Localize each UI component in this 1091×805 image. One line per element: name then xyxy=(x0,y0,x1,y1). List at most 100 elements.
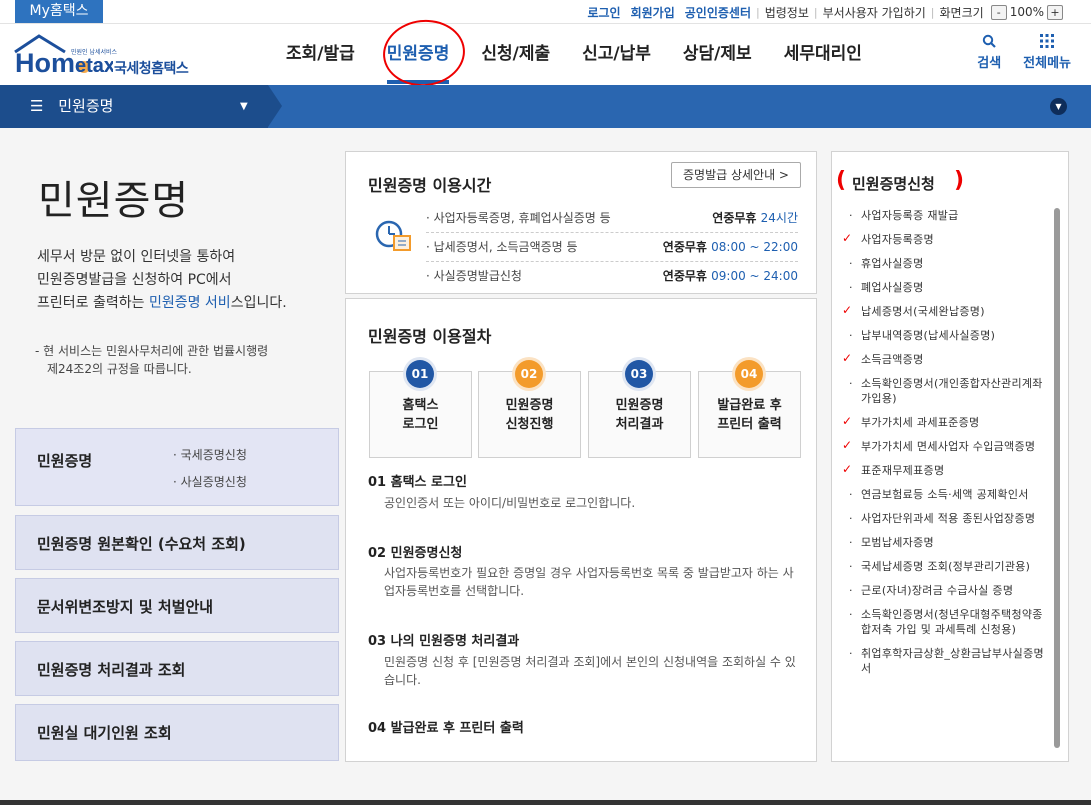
menu-report-pay[interactable]: 신고/납부 xyxy=(566,24,667,85)
dept-user-signup-link[interactable]: 부서사용자 가입하기 xyxy=(818,4,931,21)
certificate-item[interactable]: ✓ 부가가치세 과세표준증명 xyxy=(832,414,1054,430)
search-label: 검색 xyxy=(977,56,1002,71)
all-menu-button[interactable]: 전체메뉴 xyxy=(1023,34,1071,71)
hours-row: · 사업자등록증명, 휴폐업사실증명 등 연중무휴 24시간 xyxy=(426,204,798,233)
description-text: 프린터로 출력하는 xyxy=(37,295,149,311)
cert-center-link[interactable]: 공인인증센터 xyxy=(680,4,756,21)
certificate-item[interactable]: 국세납세증명 조회(정부관리기관용) xyxy=(832,559,1054,574)
menu-civil-certificate[interactable]: 민원증명 xyxy=(371,24,466,85)
caret-down-icon: ▼ xyxy=(240,101,248,112)
certificate-item[interactable]: 소득확인증명서(청년우대형주택청약종합저축 가입 및 과세특례 신청용) xyxy=(832,607,1054,637)
step-label-line: 민원증명 xyxy=(505,398,554,413)
step-number: 01 xyxy=(406,360,434,388)
certificate-item[interactable]: 근로(자녀)장려금 수급사실 증명 xyxy=(832,583,1054,598)
usage-hours-panel: 민원증명 이용시간 증명발급 상세안내 > · 사업자등록증명, 휴폐업사실증명… xyxy=(345,151,817,294)
certificate-item[interactable]: ✓ 사업자등록증명 xyxy=(832,231,1054,247)
description-text: 스입니다. xyxy=(230,295,287,311)
sub-nav-selector[interactable]: ☰ 민원증명 ▼ xyxy=(0,85,282,128)
step-label: 홈택스로그인 xyxy=(370,396,471,434)
certificate-item[interactable]: ✓ 납세증명서(국세완납증명) xyxy=(832,303,1054,319)
note-line: 제24조2의 규정을 따릅니다. xyxy=(47,362,192,376)
certificate-list: 사업자등록증 재발급 ✓ 사업자등록증명휴업사실증명폐업사실증명 ✓ 납세증명서(국세완… xyxy=(832,208,1054,685)
certificate-item-label: 모범납세자증명 xyxy=(861,536,934,549)
utility-links: 로그인 회원가입 공인인증센터 | 법령정보 | 부서사용자 가입하기 | 화면… xyxy=(582,3,1065,21)
hours-item: · 납세증명서, 소득금액증명 등 xyxy=(426,240,578,254)
menu-inquiry-issue[interactable]: 조회/발급 xyxy=(270,24,371,85)
grid-icon xyxy=(1023,34,1071,52)
certificate-item-label: 사업자등록증 재발급 xyxy=(861,209,959,222)
expand-circle-icon[interactable]: ▼ xyxy=(1050,98,1067,115)
certificate-item[interactable]: 연금보험료등 소득·세액 공제확인서 xyxy=(832,487,1054,502)
result-inquiry-box[interactable]: 민원증명 처리결과 조회 xyxy=(15,641,339,696)
my-hometax-tab[interactable]: My홈택스 xyxy=(15,0,103,23)
search-button[interactable]: 검색 xyxy=(977,34,1001,71)
sub-nav-bar: ☰ 민원증명 ▼ ▼ xyxy=(0,85,1091,128)
certificate-item[interactable]: 사업자단위과세 적용 종된사업장증명 xyxy=(832,511,1054,526)
footer-edge xyxy=(0,800,1091,805)
certificate-item[interactable]: ✓ 부가가치세 면세사업자 수입금액증명 xyxy=(832,438,1054,454)
waiting-count-box[interactable]: 민원실 대기인원 조회 xyxy=(15,704,339,761)
usage-procedure-panel: 민원증명 이용절차 01 홈택스 로그인 02 민원증명 신청진행 03 민원증명 처… xyxy=(345,298,817,762)
certificate-item[interactable]: 사업자등록증 재발급 xyxy=(832,208,1054,223)
box-label: 민원증명 원본확인 (수요처 조회) xyxy=(37,535,246,553)
step-label-line: 프린터 출력 xyxy=(717,417,782,432)
logo-brand-text: 국세청홈택스 xyxy=(114,61,189,77)
hours-prefix: 연중무휴 xyxy=(662,269,712,283)
certificate-item[interactable]: 취업후학자금상환_상환금납부사실증명서 xyxy=(832,646,1054,676)
menu-tax-agent[interactable]: 세무대리인 xyxy=(768,24,878,85)
fact-cert-link[interactable]: · 사실증명신청 xyxy=(173,473,247,490)
step-label-line: 처리결과 xyxy=(615,417,664,432)
certificate-item[interactable]: 납부내역증명(납세사실증명) xyxy=(832,328,1054,343)
scrollbar[interactable] xyxy=(1054,208,1060,748)
hometax-logo[interactable]: Hom etax etax 민원인 납세서비스 국세청홈택스 xyxy=(13,32,218,78)
step-card: 03 민원증명 처리결과 xyxy=(588,360,691,458)
certificate-item[interactable]: ✓ 표준재무제표증명 xyxy=(832,462,1054,478)
certificate-request-title: 민원증명신청 xyxy=(852,175,935,193)
login-link[interactable]: 로그인 xyxy=(582,4,625,21)
hours-row: · 사실증명발급신청 연중무휴 09:00 ~ 24:00 xyxy=(426,262,798,291)
law-info-link[interactable]: 법령정보 xyxy=(760,4,814,21)
certificate-item-label: 폐업사실증명 xyxy=(861,281,924,294)
box-label: 민원증명 xyxy=(37,452,93,470)
zoom-value: 100% xyxy=(1009,5,1044,19)
logo-tagline: 민원인 납세서비스 xyxy=(71,49,118,56)
procedure-heading: 02 민원증명신청 xyxy=(368,546,463,561)
procedure-text: 민원증명 신청 후 [민원증명 처리결과 조회]에서 본인의 신청내역을 조회하… xyxy=(384,655,796,687)
original-verify-box[interactable]: 민원증명 원본확인 (수요처 조회) xyxy=(15,515,339,570)
procedure-heading: 01 홈택스 로그인 xyxy=(368,475,467,490)
step-card: 04 발급완료 후 프린터 출력 xyxy=(698,360,801,458)
certificate-item[interactable]: 모범납세자증명 xyxy=(832,535,1054,550)
step-label: 발급완료 후 프린터 출력 xyxy=(699,396,800,434)
menu-apply-submit[interactable]: 신청/제출 xyxy=(465,24,566,85)
certificate-item[interactable]: ✓ 소득금액증명 xyxy=(832,351,1054,367)
national-tax-cert-link[interactable]: · 국세증명신청 xyxy=(173,446,247,463)
certificate-item[interactable]: 소득확인증명서(개인종합자산관리계좌 가입용) xyxy=(832,376,1054,406)
forgery-prevention-box[interactable]: 문서위변조방지 및 처벌안내 xyxy=(15,578,339,633)
search-icon xyxy=(977,34,1001,52)
hours-prefix: 연중무휴 xyxy=(712,211,761,225)
clock-calendar-icon xyxy=(374,218,414,258)
certificate-item[interactable]: 휴업사실증명 xyxy=(832,256,1054,271)
step-label: 민원증명 처리결과 xyxy=(589,396,690,434)
box-label: 민원실 대기인원 조회 xyxy=(37,724,172,742)
red-check-annotation: ✓ xyxy=(842,462,853,476)
zoom-out-button[interactable]: - xyxy=(990,4,1007,20)
step-number: 03 xyxy=(625,360,653,388)
issue-detail-button[interactable]: 증명발급 상세안내 > xyxy=(671,162,801,188)
zoom-in-button[interactable]: + xyxy=(1047,4,1063,20)
hours-value: 연중무휴 08:00 ~ 22:00 xyxy=(663,233,798,262)
step-label-line: 신청진행 xyxy=(505,417,554,432)
step-label-line: 로그인 xyxy=(402,417,439,432)
certificate-item-label: 휴업사실증명 xyxy=(861,257,924,270)
signup-link[interactable]: 회원가입 xyxy=(626,4,680,21)
step-label: 민원증명신청진행 xyxy=(479,396,580,434)
menu-consult-report[interactable]: 상담/제보 xyxy=(667,24,768,85)
certificate-item-label: 근로(자녀)장려금 수급사실 증명 xyxy=(861,584,1014,597)
hours-time: 24시간 xyxy=(760,211,798,225)
hours-time: 09:00 ~ 24:00 xyxy=(711,269,798,283)
usage-hours-title: 민원증명 이용시간 xyxy=(368,176,492,195)
red-paren-annotation: ( xyxy=(836,168,847,193)
procedure-text: 사업자등록번호가 필요한 증명일 경우 사업자등록번호 목록 중 발급받고자 하… xyxy=(384,566,794,598)
certificate-item[interactable]: 폐업사실증명 xyxy=(832,280,1054,295)
step-label-line: 홈택스 xyxy=(402,398,439,413)
